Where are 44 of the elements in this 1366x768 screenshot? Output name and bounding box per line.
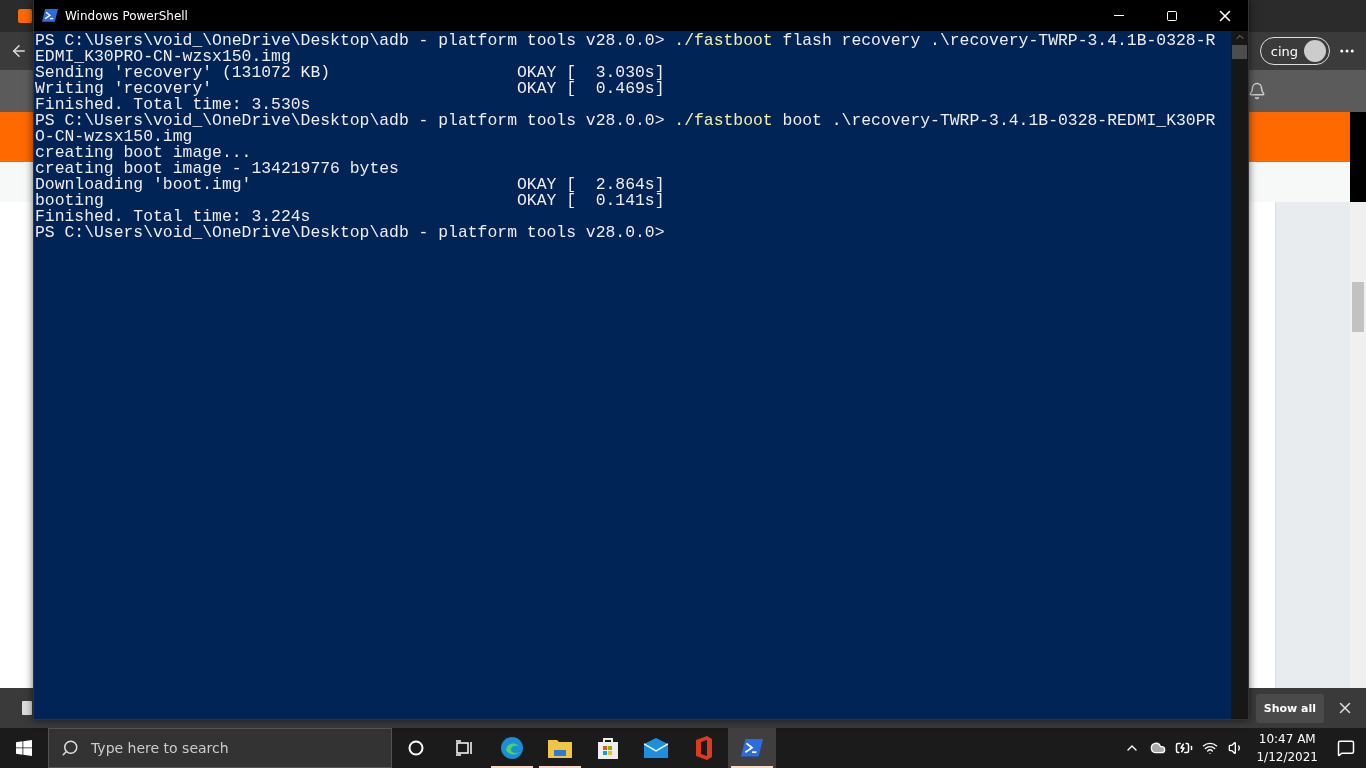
output-line: Sending 'recovery' (131072 KB) [35,63,331,82]
folder-icon [548,738,572,758]
bell-icon[interactable] [1248,82,1266,100]
search-box[interactable]: Type here to search [48,728,392,768]
wave-circle-icon [500,736,524,760]
status-text: OKAY [ 0.469s] [516,81,665,97]
output-line: creating boot image - 134219776 bytes [35,161,399,177]
output-line: creating boot image... [35,145,252,161]
avatar-icon [1304,40,1326,62]
terminal-prompt-icon [741,739,763,757]
notifications-icon [1337,739,1355,757]
search-icon [61,739,79,757]
show-all-button[interactable]: Show all [1255,693,1324,723]
maximize-icon [1166,9,1178,22]
status-text: OKAY [ 3.030s] [516,65,665,81]
output-line: Finished. Total time: 3.530s [35,97,311,113]
terminal-prompt-icon [42,9,58,22]
terminal-scrollbar[interactable] [1231,31,1248,719]
output-line: Writing 'recovery' [35,79,213,98]
circle-icon [408,740,424,756]
prompt-line: PS C:\Users\void_\OneDrive\Desktop\adb - platform tools v28.0.0> [35,225,665,241]
clock[interactable]: 10:47 AM 1/12/2021 [1250,730,1324,766]
taskbar-app-button[interactable] [728,728,776,768]
output-line: O-CN-wzsx150.img [35,129,193,145]
tab-favicon-icon [18,9,32,23]
minimize-icon [1114,15,1124,16]
output-line: Finished. Total time: 3.224s [35,209,311,225]
status-text: OKAY [ 0.141s] [516,193,665,209]
search-field[interactable]: Type here to search [89,739,391,757]
envelope-icon [644,738,668,758]
output-line: booting [35,191,104,210]
page-scrollbar[interactable] [1350,202,1366,688]
output-line: Downloading 'boot.img' [35,175,252,194]
task-view-icon [455,740,473,756]
file-icon [22,701,32,715]
command-line: PS C:\Users\void_\OneDrive\Desktop\adb - platform tools v28.0.0> ./fastboot flash recovery .\recovery-TWRP-3.4.1B-0328-R [35,33,1217,49]
windows-logo-icon [16,740,32,756]
scrollbar-thumb[interactable] [1232,45,1247,59]
window-title: Windows PowerShell [65,8,189,23]
output-line: EDMI_K30PRO-CN-wzsx150.img [35,49,291,65]
office-logo-icon [694,736,714,760]
status-text: OKAY [ 2.864s] [516,177,665,193]
shopping-bag-icon [597,737,619,759]
command-line: PS C:\Users\void_\OneDrive\Desktop\adb - platform tools v28.0.0> ./fastboot boot .\recovery-TWRP-3.4.1B-0328-REDMI_K30PR [35,113,1217,129]
